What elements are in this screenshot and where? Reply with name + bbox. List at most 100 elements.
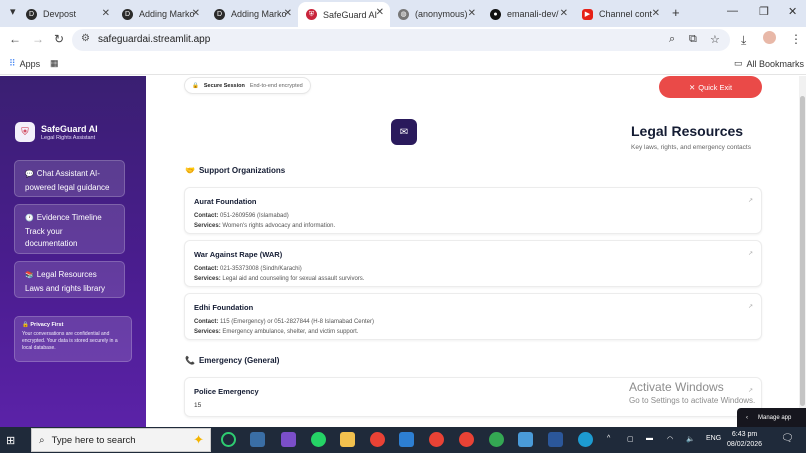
bookmark-star-icon[interactable]: ☆ xyxy=(710,33,720,46)
chrome-icon[interactable] xyxy=(459,432,474,447)
org-contact: Contact: 051-2609596 (Islamabad) xyxy=(194,212,752,222)
org-services: Services: Legal aid and counseling for s… xyxy=(194,275,752,285)
close-icon[interactable]: ✕ xyxy=(102,8,110,19)
chrome-icon[interactable] xyxy=(370,432,385,447)
menu-icon[interactable]: ⋮ xyxy=(790,32,802,46)
restore-icon[interactable]: ❐ xyxy=(759,5,769,18)
tab-search-icon[interactable]: ▾ xyxy=(10,5,16,18)
chrome-icon[interactable] xyxy=(489,432,504,447)
tab-label: Adding Marko xyxy=(231,9,287,19)
all-bookmarks-label: All Bookmarks xyxy=(746,58,805,69)
profile-avatar[interactable] xyxy=(763,31,776,44)
address-bar[interactable]: ⚙ safeguardai.streamlit.app ⌕ ⧉ ☆ xyxy=(72,29,730,51)
handshake-icon: 🤝 xyxy=(185,166,195,175)
org-services-value: Women's rights advocacy and information. xyxy=(222,222,336,229)
minimize-icon[interactable]: — xyxy=(727,5,738,17)
manage-app-button[interactable]: ‹ Manage app xyxy=(737,408,806,427)
sidebar-item-evidence-timeline[interactable]: 🕐 Evidence Timeline Track your documentat… xyxy=(14,204,125,254)
browser-tab-bar: D Devpost ✕ D Adding Marko ✕ D Adding Ma… xyxy=(0,0,806,27)
new-tab-icon[interactable]: + xyxy=(672,5,680,20)
sidebar-item-legal-resources[interactable]: 📚 Legal Resources Laws and rights library xyxy=(14,261,125,298)
link-icon[interactable]: ↗ xyxy=(748,250,753,257)
download-icon[interactable]: ⤓ xyxy=(741,33,746,48)
reload-icon[interactable]: ↻ xyxy=(54,32,64,46)
tab-safeguard-ai[interactable]: ⛨ SafeGuard AI ✕ xyxy=(298,2,390,27)
tab-adding-markdown-2[interactable]: D Adding Marko ✕ xyxy=(206,3,298,25)
visual-studio-icon[interactable] xyxy=(281,432,296,447)
close-icon[interactable]: ✕ xyxy=(468,8,476,19)
tab-anonymous[interactable]: ◍ (anonymous) ✕ xyxy=(390,3,482,25)
close-icon[interactable]: ✕ xyxy=(376,7,384,18)
watermark-line2: Go to Settings to activate Windows. xyxy=(629,396,756,405)
tab-label: (anonymous) xyxy=(415,9,468,19)
org-card: Edhi Foundation Contact: 115 (Emergency)… xyxy=(184,293,762,340)
close-window-icon[interactable]: ✕ xyxy=(788,5,797,18)
word-icon[interactable] xyxy=(548,432,563,447)
watermark-line1: Activate Windows xyxy=(629,380,724,394)
page-title: Legal Resources xyxy=(631,123,744,139)
vscode-icon[interactable] xyxy=(399,432,414,447)
tray-display-icon[interactable]: ▢ xyxy=(627,435,634,443)
app-window-icon[interactable] xyxy=(250,432,265,447)
main-scrollbar[interactable] xyxy=(799,76,806,427)
close-icon[interactable]: ✕ xyxy=(560,8,568,19)
privacy-title: 🔒 Privacy First xyxy=(22,322,124,328)
privacy-body: Your conversations are confidential and … xyxy=(22,331,118,351)
taskbar-search[interactable]: ⌕ Type here to search ✦ xyxy=(31,428,211,452)
tab-devpost[interactable]: D Devpost ✕ xyxy=(18,3,116,25)
zoom-icon[interactable]: ⌕ xyxy=(669,33,675,46)
link-icon[interactable]: ↗ xyxy=(748,303,753,310)
globe-icon: ◍ xyxy=(398,8,409,20)
tab-github[interactable]: ● emanali-dev/ ✕ xyxy=(482,3,574,25)
close-icon[interactable]: ✕ xyxy=(284,8,292,19)
lock-icon: 🔒 xyxy=(192,82,199,89)
chrome-icon[interactable] xyxy=(429,432,444,447)
install-app-icon[interactable]: ⧉ xyxy=(689,33,697,46)
scrollbar-thumb[interactable] xyxy=(800,96,805,406)
close-icon[interactable]: ✕ xyxy=(652,8,660,19)
back-icon[interactable]: ← xyxy=(9,32,21,46)
app-chart-icon[interactable] xyxy=(518,432,533,447)
notification-icon[interactable]: 🗨 xyxy=(781,433,794,444)
forward-icon[interactable]: → xyxy=(32,32,44,46)
file-explorer-icon[interactable] xyxy=(340,432,355,447)
privacy-card: 🔒 Privacy First Your conversations are c… xyxy=(14,316,132,362)
wifi-icon[interactable]: ◠ xyxy=(667,435,673,443)
shield-icon: ⛨ xyxy=(306,9,317,20)
language-indicator[interactable]: ENG xyxy=(706,435,721,442)
app-circle-icon[interactable] xyxy=(221,432,236,447)
edge-icon[interactable] xyxy=(578,432,593,447)
quick-exit-button[interactable]: ✕ Quick Exit xyxy=(659,76,762,98)
url-text: safeguardai.streamlit.app xyxy=(98,34,211,45)
youtube-icon: ▶ xyxy=(582,8,593,20)
services-label: Services: xyxy=(194,328,221,335)
clock[interactable]: 6:43 pm 08/02/2026 xyxy=(727,430,762,450)
org-services-value: Legal aid and counseling for sexual assa… xyxy=(222,275,365,282)
all-bookmarks[interactable]: ▭ All Bookmarks xyxy=(734,58,804,69)
chat-icon: 💬 xyxy=(25,171,34,178)
clock-date: 08/02/2026 xyxy=(727,441,763,448)
battery-icon[interactable]: ▬ xyxy=(646,435,653,442)
page-subtitle: Key laws, rights, and emergency contacts xyxy=(631,144,751,151)
services-label: Services: xyxy=(194,275,221,282)
windows-start-icon[interactable]: ⊞ xyxy=(6,434,15,447)
whatsapp-icon[interactable] xyxy=(311,432,326,447)
contact-label: Contact: xyxy=(194,213,219,219)
tab-groups-bookmark[interactable]: ▦ xyxy=(50,58,59,69)
sidebar-item-chat-assistant[interactable]: 💬 Chat Assistant AI-powered legal guidanc… xyxy=(14,160,125,197)
sparkle-icon: ✦ xyxy=(193,432,204,447)
tab-adding-markdown-1[interactable]: D Adding Marko ✕ xyxy=(114,3,206,25)
close-icon[interactable]: ✕ xyxy=(192,8,200,19)
clock-icon: 🕐 xyxy=(25,215,34,222)
org-name: Edhi Foundation xyxy=(194,303,254,312)
tab-label: SafeGuard AI xyxy=(323,9,378,20)
section-title: Emergency (General) xyxy=(198,356,280,365)
tray-chevron-icon[interactable]: ^ xyxy=(607,435,610,442)
tab-channel-content[interactable]: ▶ Channel cont ✕ xyxy=(574,3,666,25)
org-contact-value: 021-35373008 (Sindh/Karachi) xyxy=(220,266,302,272)
lock-icon: 🔒 xyxy=(22,322,29,328)
apps-bookmark[interactable]: ⠿ Apps xyxy=(9,58,40,69)
site-info-icon[interactable]: ⚙ xyxy=(81,33,90,44)
link-icon[interactable]: ↗ xyxy=(748,197,753,204)
volume-icon[interactable]: 🔈 xyxy=(686,435,695,443)
